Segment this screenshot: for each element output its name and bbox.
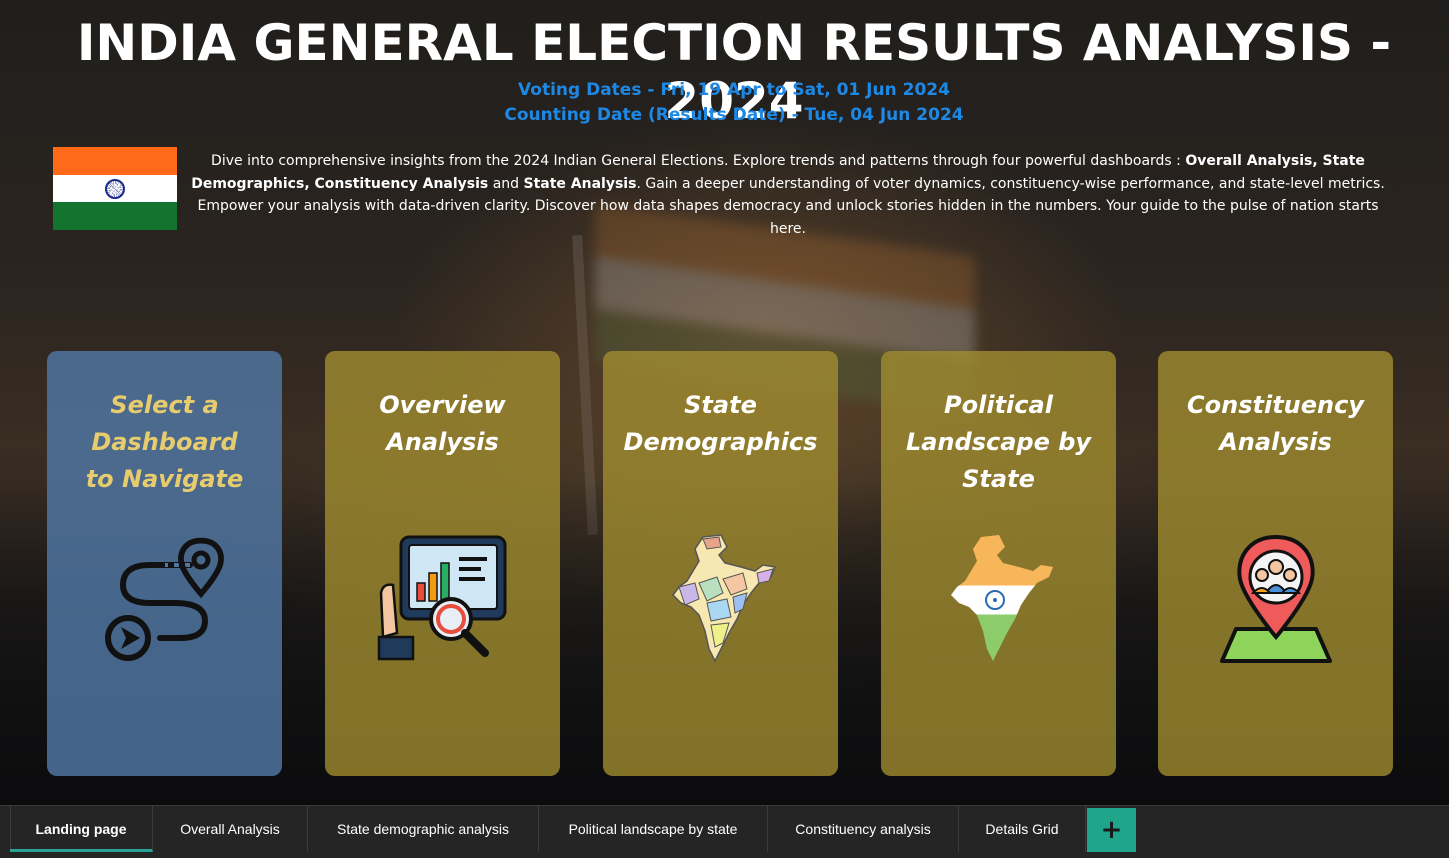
intro-state-analysis: State Analysis (523, 175, 637, 192)
card-title: Select a Dashboard to Navigate (85, 391, 244, 493)
route-pin-icon (104, 537, 224, 661)
select-dashboard-card: Select a Dashboard to Navigate (47, 351, 282, 776)
card-title: State Demographics (623, 391, 818, 456)
tab-details-grid[interactable]: Details Grid (959, 806, 1086, 852)
card-title: Constituency Analysis (1187, 391, 1364, 456)
state-demographics-card[interactable]: State Demographics (603, 351, 838, 776)
constituency-analysis-card[interactable]: Constituency Analysis (1158, 351, 1393, 776)
tab-landing-page[interactable]: Landing page (10, 806, 153, 852)
location-people-icon (1219, 534, 1332, 663)
card-title: Overview Analysis (379, 391, 506, 456)
india-states-map-icon (671, 534, 776, 663)
tab-constituency-analysis[interactable]: Constituency analysis (768, 806, 959, 852)
dashboard-canvas: INDIA GENERAL ELECTION RESULTS ANALYSIS … (0, 0, 1449, 805)
counting-date: Counting Date (Results Date) - Tue, 04 J… (504, 105, 964, 125)
tab-overall-analysis[interactable]: Overall Analysis (153, 806, 308, 852)
intro-text: Dive into comprehensive insights from th… (188, 150, 1388, 240)
political-landscape-card[interactable]: Political Landscape by State (881, 351, 1116, 776)
page-tab-bar: Landing page Overall Analysis State demo… (0, 805, 1449, 858)
voting-dates: Voting Dates - Fri, 19 Apr to Sat, 01 Ju… (518, 80, 950, 100)
tab-state-demographic-analysis[interactable]: State demographic analysis (308, 806, 539, 852)
overview-analysis-card[interactable]: Overview Analysis (325, 351, 560, 776)
card-title: Political Landscape by State (905, 391, 1092, 493)
intro-part-2: and (488, 175, 524, 192)
add-page-button[interactable]: + (1087, 808, 1136, 852)
tab-political-landscape-by-state[interactable]: Political landscape by state (539, 806, 768, 852)
analysis-screen-icon (377, 535, 506, 661)
india-flag-icon (53, 147, 177, 230)
india-tricolor-map-icon (950, 535, 1053, 661)
intro-part-1: Dive into comprehensive insights from th… (211, 153, 1186, 169)
